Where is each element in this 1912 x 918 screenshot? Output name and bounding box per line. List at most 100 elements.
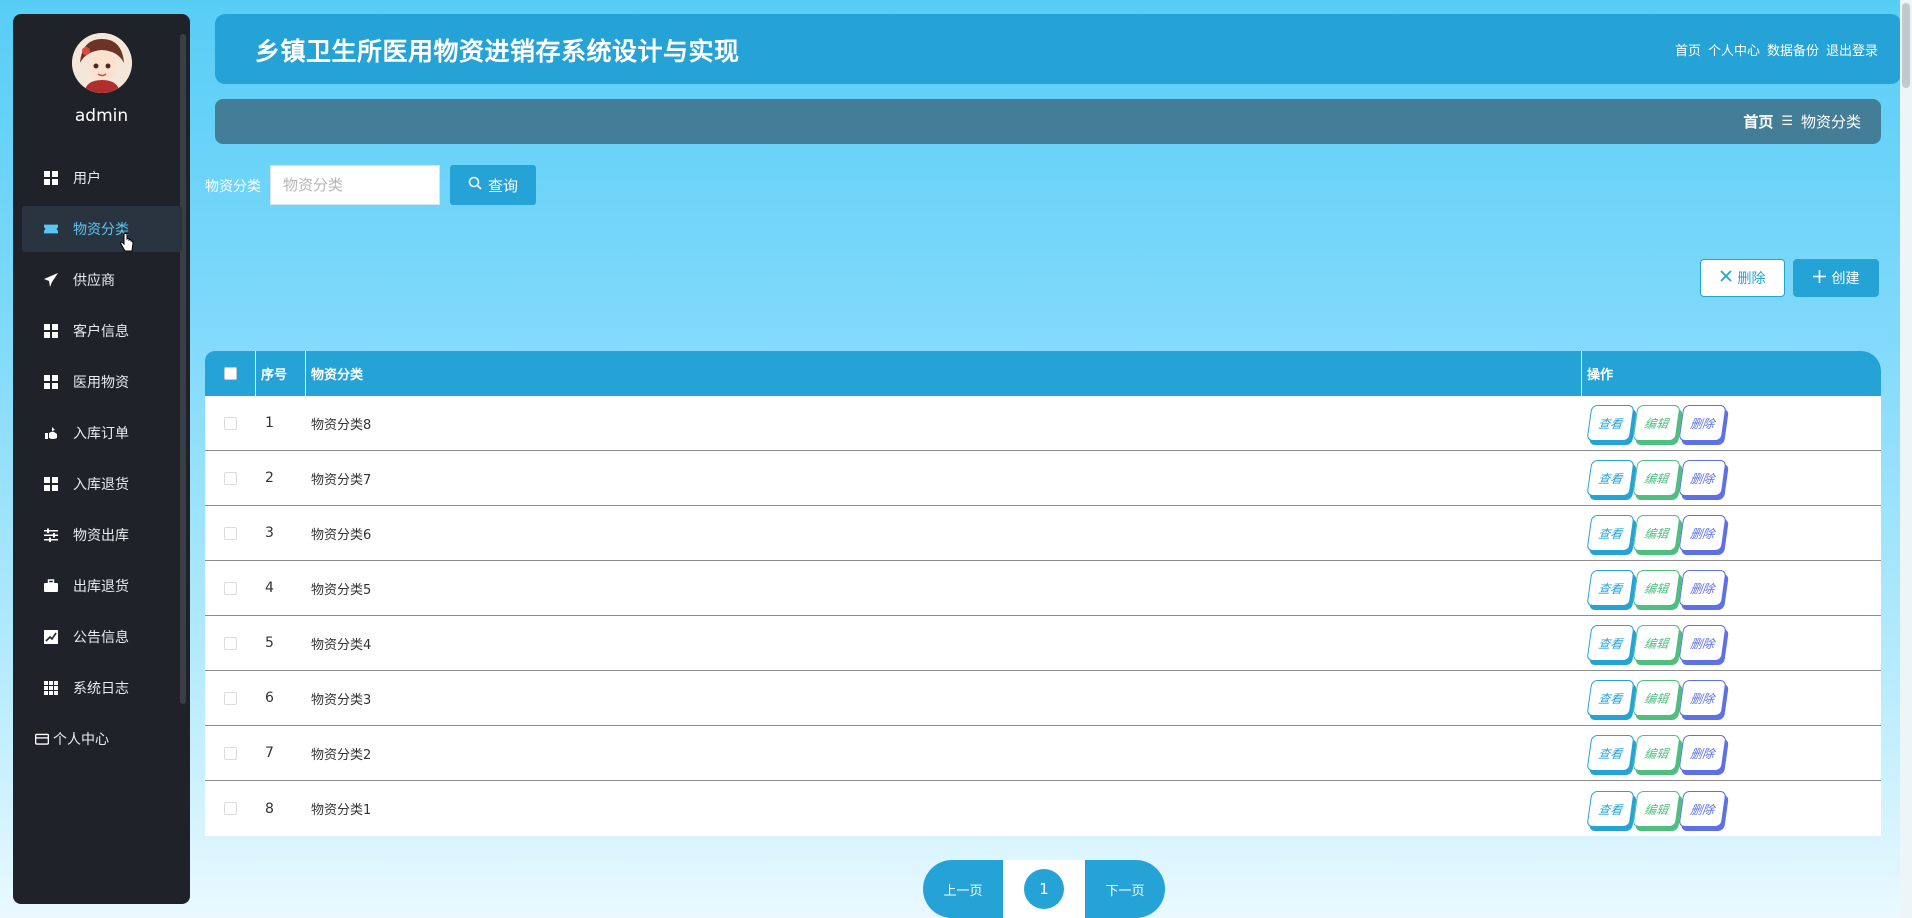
- edit-button[interactable]: 编辑: [1632, 625, 1681, 661]
- edit-button[interactable]: 编辑: [1632, 460, 1681, 496]
- table-row: 4 物资分类5 查看 编辑 删除: [205, 561, 1881, 616]
- table-row: 1 物资分类8 查看 编辑 删除: [205, 396, 1881, 451]
- row-checkbox-cell: [205, 581, 255, 595]
- view-button[interactable]: 查看: [1586, 790, 1635, 827]
- row-index: 2: [265, 470, 274, 486]
- nav-home-link[interactable]: 首页: [1675, 40, 1701, 59]
- header-checkbox-cell: [205, 367, 255, 380]
- edit-button[interactable]: 编辑: [1632, 735, 1681, 771]
- breadcrumb-home[interactable]: 首页: [1743, 111, 1773, 132]
- row-checkbox[interactable]: [223, 802, 237, 815]
- sidebar-item-supplier[interactable]: 供应商: [13, 257, 190, 303]
- nav-personal-center-link[interactable]: 个人中心: [1708, 40, 1760, 59]
- edit-button[interactable]: 编辑: [1632, 570, 1681, 606]
- row-delete-button[interactable]: 删除: [1678, 735, 1727, 771]
- row-checkbox[interactable]: [223, 691, 237, 705]
- table-row: 7 物资分类2 查看 编辑 删除: [205, 726, 1881, 781]
- sidebar-item-outbound-return[interactable]: 出库退货: [13, 563, 190, 609]
- sidebar-item-system-log[interactable]: 系统日志: [13, 665, 190, 711]
- sidebar: admin 用户 物资分类 供应商 客户信息 医用物资 入库订单 入库退货 物资…: [13, 14, 190, 904]
- nav-logout-link[interactable]: 退出登录: [1826, 40, 1878, 59]
- top-header: 乡镇卫生所医用物资进销存系统设计与实现 首页 个人中心 数据备份 退出登录: [215, 14, 1901, 84]
- sidebar-item-material-category[interactable]: 物资分类: [22, 206, 182, 252]
- view-button[interactable]: 查看: [1586, 570, 1635, 606]
- row-index: 5: [265, 635, 274, 651]
- row-checkbox[interactable]: [223, 416, 237, 430]
- sidebar-item-inbound-return[interactable]: 入库退货: [13, 461, 190, 507]
- row-index: 6: [265, 690, 274, 706]
- table-row: 2 物资分类7 查看 编辑 删除: [205, 451, 1881, 506]
- header-ops: 操作: [1581, 351, 1881, 396]
- sidebar-item-users[interactable]: 用户: [13, 155, 190, 201]
- page-scrollbar-thumb[interactable]: [1902, 3, 1910, 88]
- row-delete-button[interactable]: 删除: [1678, 405, 1727, 441]
- table-row: 6 物资分类3 查看 编辑 删除: [205, 671, 1881, 726]
- view-button[interactable]: 查看: [1586, 405, 1635, 441]
- table-body: 1 物资分类8 查看 编辑 删除 2 物资分类7 查看 编辑 删除 3 物资分类6 查看 编辑 删除 4 物资分…: [205, 396, 1881, 836]
- view-button[interactable]: 查看: [1586, 735, 1635, 771]
- row-delete-button[interactable]: 删除: [1678, 790, 1727, 827]
- sidebar-item-customer[interactable]: 客户信息: [13, 308, 190, 354]
- row-checkbox-cell: [205, 746, 255, 760]
- row-index: 8: [265, 800, 274, 817]
- row-checkbox[interactable]: [223, 746, 237, 760]
- row-name: 物资分类8: [311, 417, 372, 433]
- sidebar-item-label: 入库退货: [73, 477, 129, 493]
- row-delete-button[interactable]: 删除: [1678, 625, 1727, 661]
- row-delete-button[interactable]: 删除: [1678, 570, 1727, 606]
- sidebar-item-label: 个人中心: [53, 732, 109, 748]
- page-number-current[interactable]: 1: [1024, 869, 1064, 909]
- header-nav: 首页 个人中心 数据备份 退出登录: [1675, 40, 1878, 59]
- grid-icon: [44, 477, 58, 491]
- row-delete-button[interactable]: 删除: [1678, 680, 1727, 716]
- prev-page-button[interactable]: 上一页: [923, 860, 1003, 918]
- row-checkbox[interactable]: [223, 471, 237, 485]
- row-checkbox[interactable]: [223, 581, 237, 595]
- create-label: 创建: [1831, 271, 1860, 287]
- table-row: 8 物资分类1 查看 编辑 删除: [205, 781, 1881, 836]
- next-page-button[interactable]: 下一页: [1085, 860, 1165, 918]
- view-button[interactable]: 查看: [1586, 515, 1635, 551]
- row-checkbox-cell: [205, 802, 255, 815]
- edit-button[interactable]: 编辑: [1632, 515, 1681, 551]
- page-scrollbar[interactable]: [1900, 0, 1912, 918]
- row-delete-button[interactable]: 删除: [1678, 515, 1727, 551]
- search-button[interactable]: 查询: [450, 165, 536, 205]
- edit-button[interactable]: 编辑: [1632, 790, 1681, 827]
- avatar[interactable]: [72, 33, 132, 93]
- search-input[interactable]: [270, 165, 440, 205]
- sidebar-item-label: 公告信息: [73, 630, 129, 646]
- page-number-container: 1: [1003, 860, 1085, 918]
- edit-button[interactable]: 编辑: [1632, 405, 1681, 441]
- select-all-checkbox[interactable]: [223, 367, 237, 380]
- view-button[interactable]: 查看: [1586, 460, 1635, 496]
- sidebar-item-medical-supplies[interactable]: 医用物资: [13, 359, 190, 405]
- row-checkbox[interactable]: [223, 636, 237, 650]
- row-checkbox-cell: [205, 636, 255, 650]
- ticket-icon: [44, 222, 58, 236]
- grid-icon: [44, 171, 58, 185]
- row-index: 4: [265, 580, 274, 596]
- row-name: 物资分类7: [311, 472, 372, 488]
- sidebar-item-label: 医用物资: [73, 375, 129, 391]
- row-index: 3: [265, 525, 274, 541]
- view-button[interactable]: 查看: [1586, 680, 1635, 716]
- row-checkbox-cell: [205, 691, 255, 705]
- row-checkbox[interactable]: [223, 526, 237, 540]
- sidebar-item-outbound[interactable]: 物资出库: [13, 512, 190, 558]
- row-ops: 查看 编辑 删除: [1581, 460, 1881, 496]
- nav-data-backup-link[interactable]: 数据备份: [1767, 40, 1819, 59]
- row-delete-button[interactable]: 删除: [1678, 460, 1727, 496]
- create-button[interactable]: 创建: [1793, 259, 1879, 297]
- sidebar-item-label: 供应商: [73, 273, 115, 289]
- sidebar-item-announcement[interactable]: 公告信息: [13, 614, 190, 660]
- hand-icon: [44, 426, 58, 440]
- sidebar-item-label: 客户信息: [73, 324, 129, 340]
- view-button[interactable]: 查看: [1586, 625, 1635, 661]
- edit-button[interactable]: 编辑: [1632, 680, 1681, 716]
- batch-delete-button[interactable]: 删除: [1700, 259, 1785, 297]
- table-icon: [44, 681, 58, 695]
- sidebar-item-personal-center[interactable]: 个人中心: [13, 716, 190, 762]
- sidebar-item-inbound-order[interactable]: 入库订单: [13, 410, 190, 456]
- search-label: 物资分类: [205, 179, 261, 195]
